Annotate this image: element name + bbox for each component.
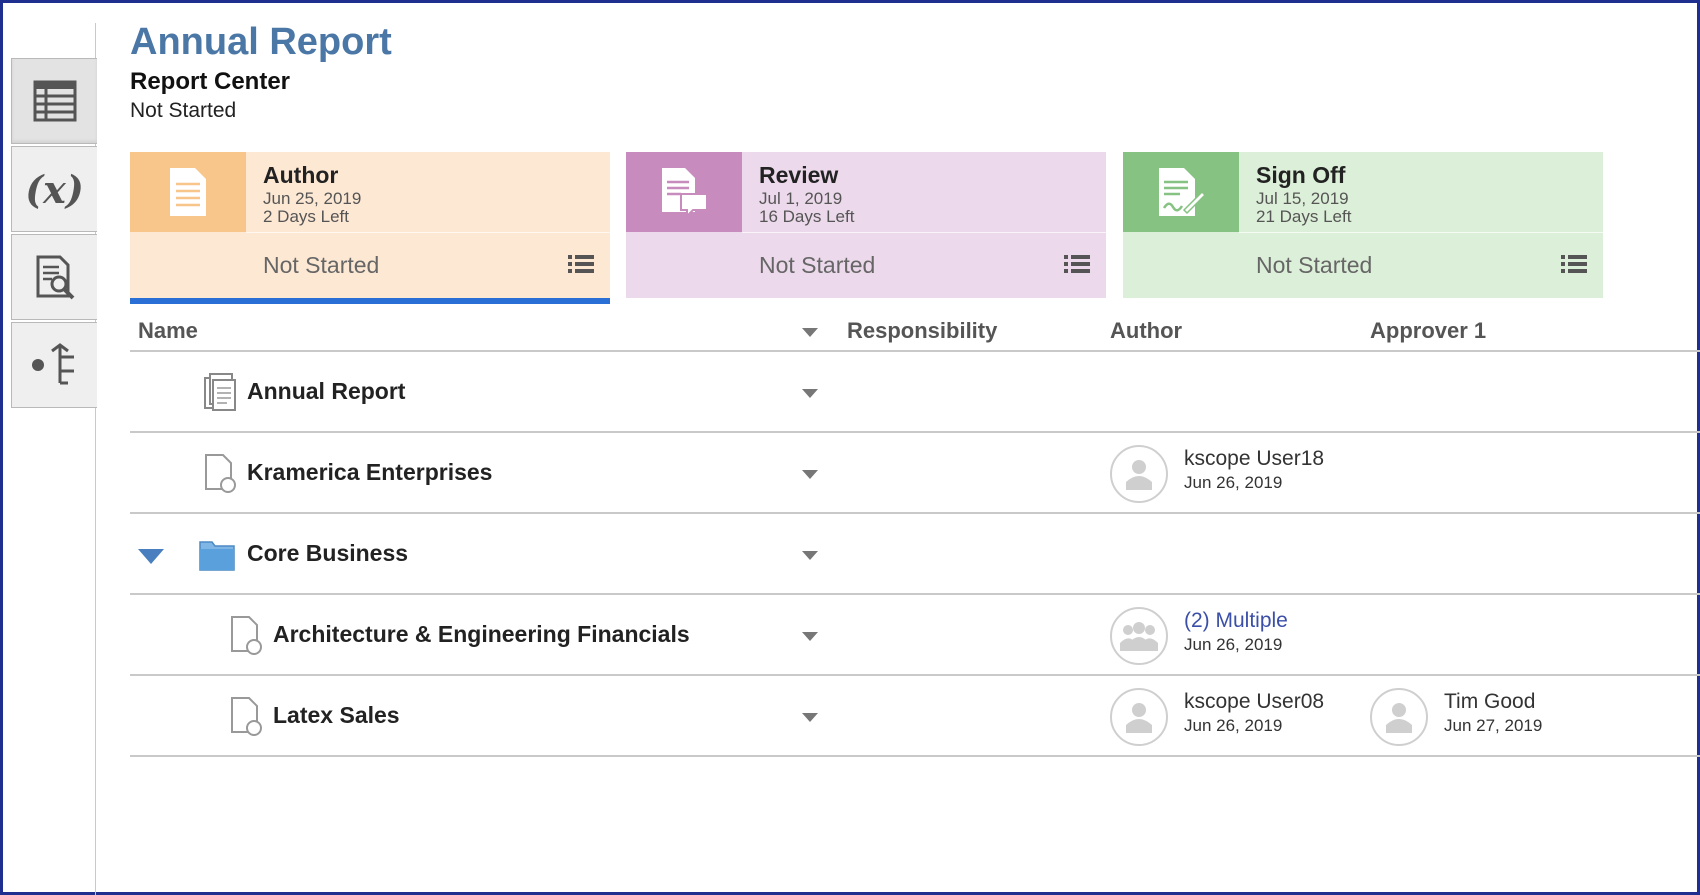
author-name: kscope User18 — [1184, 447, 1325, 470]
avatar — [1110, 688, 1168, 746]
rail-variables-button[interactable]: (x) — [11, 146, 97, 232]
stage-divider — [1239, 232, 1603, 233]
column-author[interactable]: Author — [1110, 318, 1182, 344]
row-name[interactable]: Kramerica Enterprises — [247, 459, 492, 486]
rail-inspect-button[interactable] — [11, 234, 97, 320]
row-menu-caret-icon[interactable] — [802, 470, 818, 479]
list-icon[interactable] — [1064, 254, 1090, 274]
stage-days-left: 16 Days Left — [759, 207, 855, 226]
stage-days-left: 2 Days Left — [263, 207, 349, 226]
author-date: Jun 26, 2019 — [1184, 635, 1283, 654]
user-icon — [1386, 703, 1412, 733]
report-status: Not Started — [130, 99, 237, 122]
stage-date: Jun 25, 2019 — [263, 189, 362, 208]
row-menu-caret-icon[interactable] — [802, 389, 818, 398]
list-icon[interactable] — [1561, 254, 1587, 274]
document-comment-icon — [626, 152, 742, 232]
stage-status: Not Started — [263, 252, 380, 278]
table-row[interactable]: Core Business — [130, 514, 1700, 595]
folder-icon — [199, 541, 235, 571]
author-multiple-link[interactable]: (2) Multiple — [1184, 609, 1288, 633]
approver-date: Jun 27, 2019 — [1444, 716, 1543, 735]
app-frame: (x) Annual Report Report Center Not Star… — [0, 0, 1700, 895]
table-row[interactable]: Kramerica Enterprises kscope User18 Jun … — [130, 433, 1700, 514]
avatar — [1370, 688, 1428, 746]
rail-flow-button[interactable] — [11, 322, 97, 408]
stage-divider — [246, 232, 610, 233]
stage-status: Not Started — [759, 252, 876, 278]
stage-title: Review — [759, 162, 839, 188]
user-group-icon — [1120, 622, 1158, 651]
stage-status: Not Started — [1256, 252, 1373, 278]
column-name[interactable]: Name — [138, 318, 198, 344]
doc-pending-icon — [231, 697, 262, 736]
user-icon — [1126, 703, 1152, 733]
column-responsibility[interactable]: Responsibility — [847, 318, 997, 344]
table-row[interactable]: Annual Report — [130, 352, 1700, 433]
rail-grid-button[interactable] — [11, 58, 97, 144]
avatar — [1110, 445, 1168, 503]
doc-pending-icon — [205, 454, 236, 493]
list-icon[interactable] — [568, 254, 594, 274]
stage-title: Sign Off — [1256, 162, 1346, 188]
stage-card-review[interactable]: Review Jul 1, 2019 16 Days Left Not Star… — [626, 152, 1106, 298]
row-name[interactable]: Architecture & Engineering Financials — [273, 621, 690, 648]
page-title: Annual Report — [130, 21, 392, 63]
avatar — [1110, 607, 1168, 665]
stage-title: Author — [263, 162, 339, 188]
row-name[interactable]: Latex Sales — [273, 702, 400, 729]
document-signature-icon — [1123, 152, 1239, 232]
left-rail: (x) — [6, 23, 97, 895]
stage-divider — [742, 232, 1106, 233]
approver-name: Tim Good — [1444, 690, 1536, 713]
table-header: Name Responsibility Author Approver 1 — [130, 308, 1700, 352]
table-row[interactable]: Architecture & Engineering Financials (2… — [130, 595, 1700, 676]
doc-pending-icon — [231, 616, 262, 655]
author-date: Jun 26, 2019 — [1184, 716, 1283, 735]
stage-card-author[interactable]: Author Jun 25, 2019 2 Days Left Not Star… — [130, 152, 610, 304]
stage-date: Jul 15, 2019 — [1256, 189, 1349, 208]
stage-card-sign-off[interactable]: Sign Off Jul 15, 2019 21 Days Left Not S… — [1123, 152, 1603, 298]
document-search-icon — [36, 255, 74, 300]
variable-x-icon: (x) — [25, 166, 84, 212]
row-menu-caret-icon[interactable] — [802, 713, 818, 722]
row-name[interactable]: Annual Report — [247, 378, 405, 405]
table-row[interactable]: Latex Sales kscope User08 Jun 26, 2019 T… — [130, 676, 1700, 757]
selected-stage-indicator — [130, 298, 610, 304]
row-name[interactable]: Core Business — [247, 540, 408, 567]
author-date: Jun 26, 2019 — [1184, 473, 1283, 492]
expand-collapse-icon[interactable] — [138, 549, 164, 564]
stage-days-left: 21 Days Left — [1256, 207, 1352, 226]
flow-branch-icon — [31, 343, 74, 385]
author-name: kscope User08 — [1184, 690, 1325, 713]
report-stack-icon — [204, 373, 236, 411]
sort-caret-icon[interactable] — [802, 328, 818, 337]
grid-table-icon — [33, 80, 76, 122]
page-subtitle: Report Center — [130, 68, 291, 95]
document-icon — [130, 152, 246, 232]
row-menu-caret-icon[interactable] — [802, 632, 818, 641]
user-icon — [1126, 460, 1152, 490]
column-approver[interactable]: Approver 1 — [1370, 318, 1486, 344]
row-menu-caret-icon[interactable] — [802, 551, 818, 560]
stage-date: Jul 1, 2019 — [759, 189, 843, 208]
